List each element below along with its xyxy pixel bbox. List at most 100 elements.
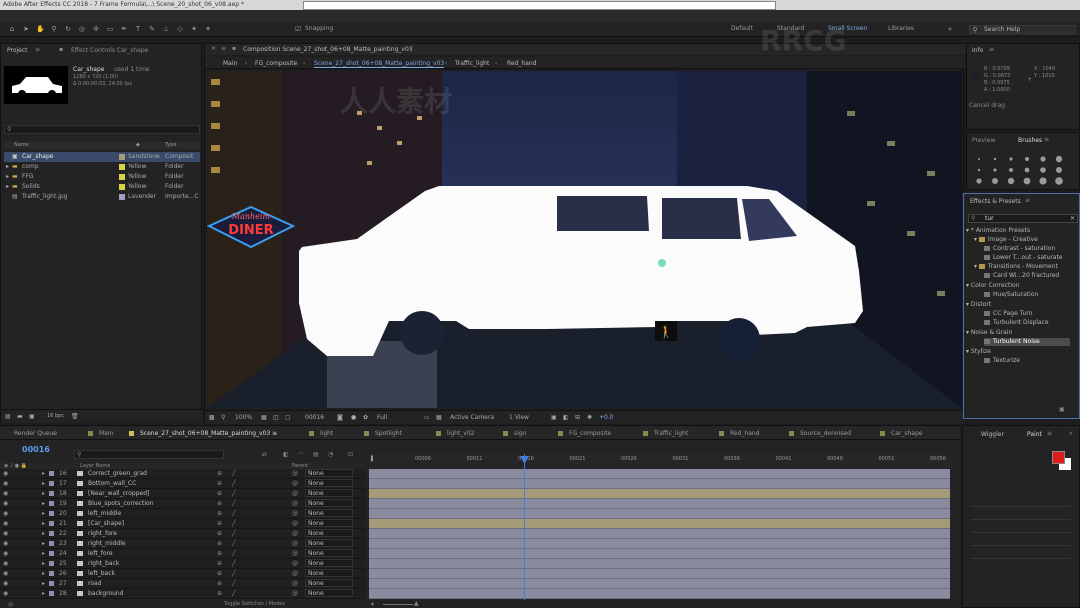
tab-light-v02[interactable]: light_v02 — [436, 430, 474, 437]
layer-name[interactable]: left_back — [88, 569, 115, 578]
layer-track-bar[interactable] — [369, 499, 950, 509]
layer-name[interactable]: background — [88, 589, 124, 598]
preview-tab[interactable]: Preview — [972, 137, 995, 144]
parent-pick-whip-icon[interactable]: @ — [292, 509, 298, 518]
visibility-eye-icon[interactable]: ◉ — [3, 589, 8, 598]
parent-pick-whip-icon[interactable]: @ — [292, 489, 298, 498]
parent-dropdown[interactable]: None — [305, 499, 353, 507]
trash-icon[interactable]: 🗑 — [71, 413, 79, 420]
label-swatch[interactable] — [49, 591, 54, 596]
parent-pick-whip-icon[interactable]: @ — [292, 529, 298, 538]
brush-tip-grid[interactable] — [973, 155, 1073, 187]
shy-switch-icon[interactable]: ⊕ — [217, 549, 222, 558]
quality-switch-icon[interactable]: ╱ — [232, 509, 236, 518]
hand-tool-icon[interactable]: ✋ — [36, 25, 45, 33]
roi-icon[interactable]: ▭ — [424, 414, 430, 421]
flowchart-icon[interactable]: ⊞ — [575, 414, 580, 421]
layer-name[interactable]: right_fore — [88, 529, 117, 538]
home-icon[interactable]: ⌂ — [8, 25, 16, 33]
visibility-eye-icon[interactable]: ◉ — [3, 549, 8, 558]
exposure-value[interactable]: +0.0 — [599, 414, 614, 421]
shy-switch-icon[interactable]: ⊕ — [217, 539, 222, 548]
expand-arrow-icon[interactable]: ▸ — [42, 489, 45, 498]
brush-tool-icon[interactable]: ✎ — [148, 25, 156, 33]
tab-scene-active[interactable]: Scene_27_shot_06+08_Matte_painting_v03 ≡ — [129, 430, 277, 437]
label-swatch[interactable] — [49, 491, 54, 496]
transparency-grid-icon[interactable]: ▦ — [436, 414, 442, 421]
layer-name[interactable]: Bottom_wall_CC — [88, 479, 136, 488]
visibility-eye-icon[interactable]: ◉ — [3, 519, 8, 528]
effects-item[interactable]: Hue/Saturation — [984, 291, 1038, 299]
snapping-checkbox[interactable]: ☑ — [294, 25, 302, 33]
zoom-out-icon[interactable]: ▴ — [371, 600, 374, 607]
eraser-tool-icon[interactable]: ◇ — [176, 25, 184, 33]
expand-arrow-icon[interactable]: ▸ — [42, 499, 45, 508]
quality-switch-icon[interactable]: ╱ — [232, 489, 236, 498]
layer-row[interactable]: ◉ ▸ 22 right_fore ⊕ ╱ @ None — [0, 529, 365, 539]
wiggler-tab[interactable]: Wiggler — [981, 431, 1004, 438]
parent-pick-whip-icon[interactable]: @ — [292, 549, 298, 558]
new-folder-icon[interactable]: ▬ — [17, 413, 23, 420]
visibility-eye-icon[interactable]: ◉ — [3, 559, 8, 568]
parent-dropdown[interactable]: None — [305, 469, 353, 477]
effects-category[interactable]: ▾ Stylize — [966, 348, 991, 356]
quality-switch-icon[interactable]: ╱ — [232, 559, 236, 568]
shy-switch-icon[interactable]: ⊕ — [217, 469, 222, 478]
layer-track-bar[interactable] — [369, 539, 950, 549]
layer-name[interactable]: left_fore — [88, 549, 113, 558]
quality-switch-icon[interactable]: ╱ — [232, 589, 236, 598]
visibility-eye-icon[interactable]: ◉ — [3, 489, 8, 498]
current-time-field[interactable]: 00016 — [22, 445, 50, 454]
shy-icon[interactable]: ◠ — [298, 451, 303, 458]
tab-fg-composite[interactable]: FG_composite — [558, 430, 611, 437]
effects-item[interactable]: Texturize — [984, 357, 1020, 365]
layer-track-bar[interactable] — [369, 469, 950, 479]
effects-category[interactable]: ▾ * Animation Presets — [966, 227, 1030, 235]
layer-row[interactable]: ◉ ▸ 19 Blue_spots_correction ⊕ ╱ @ None — [0, 499, 365, 509]
parent-pick-whip-icon[interactable]: @ — [292, 559, 298, 568]
workspace-libraries[interactable]: Libraries — [888, 25, 914, 32]
tab-source-denoised[interactable]: Source_denoised — [789, 430, 851, 437]
expand-arrow-icon[interactable]: ▸ — [6, 172, 9, 182]
draft3d-icon[interactable]: ◧ — [283, 451, 289, 458]
project-item[interactable]: ▸ ▬ comp Yellow Folder — [4, 162, 200, 172]
expand-arrow-icon[interactable]: ▸ — [42, 539, 45, 548]
quality-switch-icon[interactable]: ╱ — [232, 529, 236, 538]
breadcrumb-fg-composite[interactable]: FG_composite — [255, 60, 297, 67]
layer-name[interactable]: road — [88, 579, 102, 588]
time-ruler[interactable]: ▐ 00006000110001600021000260003100036000… — [369, 454, 950, 468]
current-time-display[interactable]: 00016 — [305, 414, 324, 421]
shy-switch-icon[interactable]: ⊕ — [217, 559, 222, 568]
camera-dropdown[interactable]: Active Camera — [450, 414, 494, 421]
new-comp-icon[interactable]: ▣ — [29, 413, 35, 420]
type-tool-icon[interactable]: T — [134, 25, 142, 33]
interpret-footage-icon[interactable]: ▤ — [5, 413, 11, 420]
toggle-switches-button[interactable]: Toggle Switches / Modes — [224, 601, 285, 607]
effects-category[interactable]: ▾ Distort — [966, 301, 991, 309]
shy-switch-icon[interactable]: ⊕ — [217, 579, 222, 588]
project-search-input[interactable]: ⚲ — [4, 125, 200, 134]
label-swatch[interactable] — [49, 531, 54, 536]
panel-menu-icon[interactable]: ≡ — [989, 46, 994, 53]
project-item[interactable]: ▸ ▬ FFG Yellow Folder — [4, 172, 200, 182]
effects-category[interactable]: ▾ Color Correction — [966, 282, 1020, 290]
camera-tool-icon[interactable]: ◎ — [78, 25, 86, 33]
layer-name[interactable]: [Car_shape] — [88, 519, 124, 528]
visibility-eye-icon[interactable]: ◉ — [3, 479, 8, 488]
label-swatch[interactable] — [49, 481, 54, 486]
zoom-in-icon[interactable]: ▲ — [414, 600, 419, 607]
tab-light[interactable]: light — [309, 430, 333, 437]
parent-dropdown[interactable]: None — [305, 569, 353, 577]
tab-car-shape[interactable]: Car_shape — [880, 430, 922, 437]
effects-item[interactable]: Contrast - saturation — [984, 245, 1055, 253]
layer-track-bar[interactable] — [369, 489, 950, 499]
layer-name[interactable]: [Near_wall_cropped] — [88, 489, 149, 498]
layer-track-bar[interactable] — [369, 579, 950, 589]
quality-switch-icon[interactable]: ╱ — [232, 579, 236, 588]
visibility-eye-icon[interactable]: ◉ — [3, 529, 8, 538]
project-item[interactable]: ▣ Car_shape Sandstone Composit — [4, 152, 200, 162]
effects-item-selected[interactable]: Turbulent Noise — [984, 338, 1070, 346]
panel-menu-icon[interactable]: ≡ — [35, 46, 40, 53]
project-tab[interactable]: Project — [7, 47, 28, 54]
parent-pick-whip-icon[interactable]: @ — [292, 519, 298, 528]
